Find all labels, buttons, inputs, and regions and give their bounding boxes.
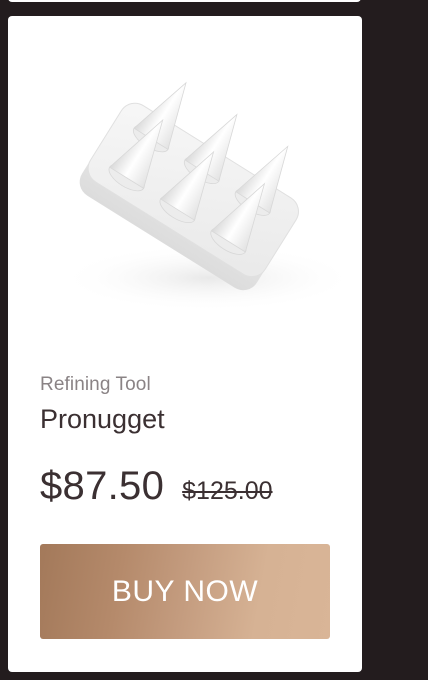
product-title[interactable]: Pronugget xyxy=(40,404,165,435)
product-image[interactable] xyxy=(8,16,362,346)
price-row: $87.50 $125.00 xyxy=(40,464,273,509)
previous-card-edge xyxy=(8,0,361,2)
product-image-illustration xyxy=(58,81,358,312)
buy-now-button[interactable]: BUY NOW xyxy=(40,544,330,639)
original-price: $125.00 xyxy=(182,477,273,505)
page: Refining Tool Pronugget $87.50 $125.00 B… xyxy=(0,0,428,680)
product-category: Refining Tool xyxy=(40,374,151,395)
sale-price: $87.50 xyxy=(40,464,165,508)
product-card: Refining Tool Pronugget $87.50 $125.00 B… xyxy=(8,16,362,672)
